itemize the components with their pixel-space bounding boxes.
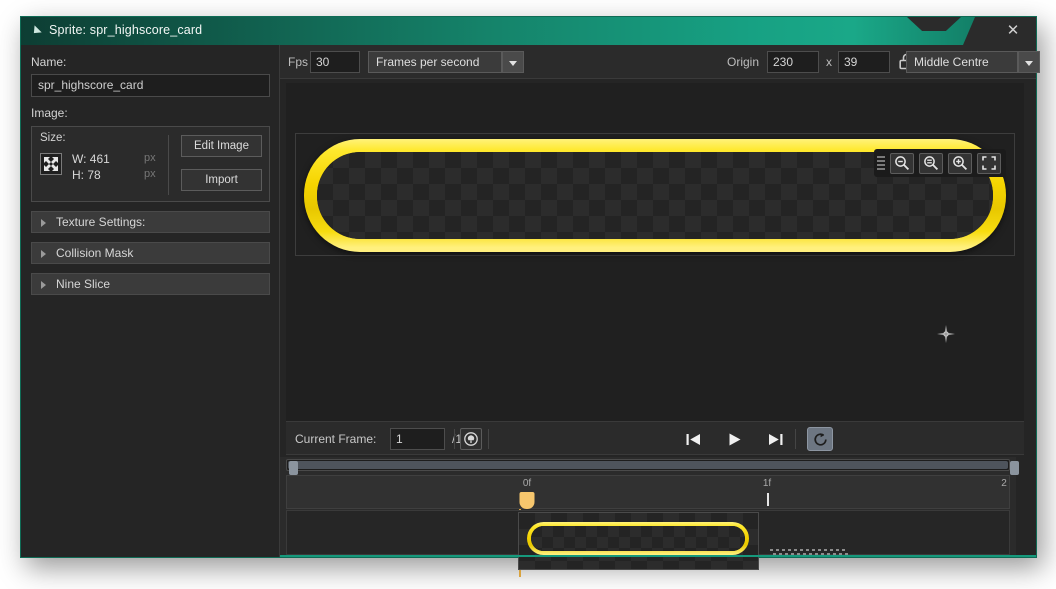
chevron-right-icon: [41, 219, 46, 227]
window-title: Sprite: spr_highscore_card: [49, 23, 203, 37]
play-button[interactable]: [723, 429, 745, 449]
zoom-toolbar: [874, 149, 1006, 177]
image-label: Image:: [31, 106, 68, 120]
ruler-tick-label: 1f: [762, 478, 772, 489]
origin-label: Origin: [727, 55, 760, 69]
window-body: Name: spr_highscore_card Image: Size: W:…: [21, 45, 1040, 577]
origin-preset-select[interactable]: Middle Centre: [906, 51, 1018, 73]
section-label: Nine Slice: [56, 277, 111, 291]
triangle-collapse-icon[interactable]: [30, 25, 42, 37]
height-unit-label: px: [144, 168, 156, 180]
timeline-scrollbar-thumb[interactable]: [288, 461, 1008, 469]
timeline-scrollbar[interactable]: [286, 459, 1019, 475]
width-unit-label: px: [144, 152, 156, 164]
sprite-editor-window: Sprite: spr_highscore_card ✕ Name: spr_h…: [20, 16, 1040, 577]
origin-y-input[interactable]: 39: [838, 51, 890, 73]
sprite-height-value: H: 78: [72, 168, 101, 182]
section-label: Texture Settings:: [56, 215, 146, 229]
chevron-down-icon: [1025, 61, 1033, 66]
size-panel: Size: W: 461 H: 78 px px Edit Image Impo…: [31, 126, 270, 202]
fps-mode-dropdown-button[interactable]: [502, 51, 524, 73]
sprite-canvas[interactable]: [286, 83, 1024, 421]
frame-timeline: 0f 1f 2: [280, 457, 1019, 577]
titlebar-notch-decoration: [907, 17, 961, 31]
separator: [488, 429, 489, 449]
sidebar-section-nine-slice[interactable]: Nine Slice: [31, 273, 270, 295]
window-titlebar: Sprite: spr_highscore_card ✕: [21, 17, 1036, 45]
close-icon[interactable]: ✕: [1004, 22, 1022, 40]
timeline-frame-thumbnail[interactable]: [518, 512, 759, 570]
go-to-last-frame-button[interactable]: [764, 429, 786, 449]
go-to-first-frame-button[interactable]: [682, 429, 704, 449]
zoom-reset-button[interactable]: [919, 152, 943, 174]
fps-label: Fps: [288, 55, 309, 69]
sidebar-section-texture-settings[interactable]: Texture Settings:: [31, 211, 270, 233]
ruler-tick-mark: [767, 493, 769, 506]
ruler-tick-label: 0f: [522, 478, 532, 489]
zoom-in-button[interactable]: [948, 152, 972, 174]
separator: [795, 429, 796, 449]
timeline-range-end-handle[interactable]: [1010, 461, 1019, 475]
frame-sprite-interior: [531, 526, 745, 551]
fps-input[interactable]: 30: [310, 51, 360, 73]
chevron-right-icon: [41, 281, 46, 289]
bottom-accent-bar: [280, 555, 1036, 557]
origin-preset-dropdown-button[interactable]: [1018, 51, 1040, 73]
sprite-toolbar: Fps 30 Frames per second Origin 230 x 39…: [280, 45, 1040, 79]
ruler-tick-label: 2: [1001, 478, 1007, 489]
origin-crosshair-icon: [937, 325, 955, 343]
current-frame-label: Current Frame:: [295, 432, 377, 446]
zoom-toolbar-drag-handle[interactable]: [877, 156, 885, 170]
zoom-fit-button[interactable]: [977, 152, 1001, 174]
timeline-frames-track[interactable]: [286, 510, 1010, 570]
timeline-ruler[interactable]: 0f 1f 2: [286, 475, 1010, 509]
edit-image-button[interactable]: Edit Image: [181, 135, 262, 157]
separator: [454, 429, 455, 449]
size-label: Size:: [40, 132, 66, 144]
fps-mode-select[interactable]: Frames per second: [368, 51, 502, 73]
frame-sprite-preview: [527, 522, 749, 555]
name-label: Name:: [31, 55, 67, 69]
section-label: Collision Mask: [56, 246, 134, 260]
current-frame-input[interactable]: 1: [390, 428, 445, 450]
titlebar-right-panel: [963, 17, 1036, 45]
origin-x-input[interactable]: 230: [767, 51, 819, 73]
chevron-down-icon: [509, 61, 517, 66]
timeline-playhead-handle[interactable]: [519, 492, 535, 509]
onion-skin-icon[interactable]: [460, 428, 482, 450]
import-button[interactable]: Import: [181, 169, 262, 191]
sprite-editor-main: Fps 30 Frames per second Origin 230 x 39…: [280, 45, 1040, 577]
sidebar-section-collision-mask[interactable]: Collision Mask: [31, 242, 270, 264]
resize-arrows-icon[interactable]: [40, 153, 62, 175]
frame-control-bar: Current Frame: 1 /1: [286, 421, 1024, 455]
sprite-properties-sidebar: Name: spr_highscore_card Image: Size: W:…: [21, 45, 280, 557]
size-panel-divider: [168, 135, 169, 195]
origin-separator-label: x: [826, 55, 832, 69]
sprite-width-value: W: 461: [72, 152, 110, 166]
sprite-name-input[interactable]: spr_highscore_card: [31, 74, 270, 97]
zoom-out-button[interactable]: [890, 152, 914, 174]
timeline-range-start-handle[interactable]: [289, 461, 298, 475]
loop-playback-icon[interactable]: [807, 427, 833, 451]
chevron-right-icon: [41, 250, 46, 258]
